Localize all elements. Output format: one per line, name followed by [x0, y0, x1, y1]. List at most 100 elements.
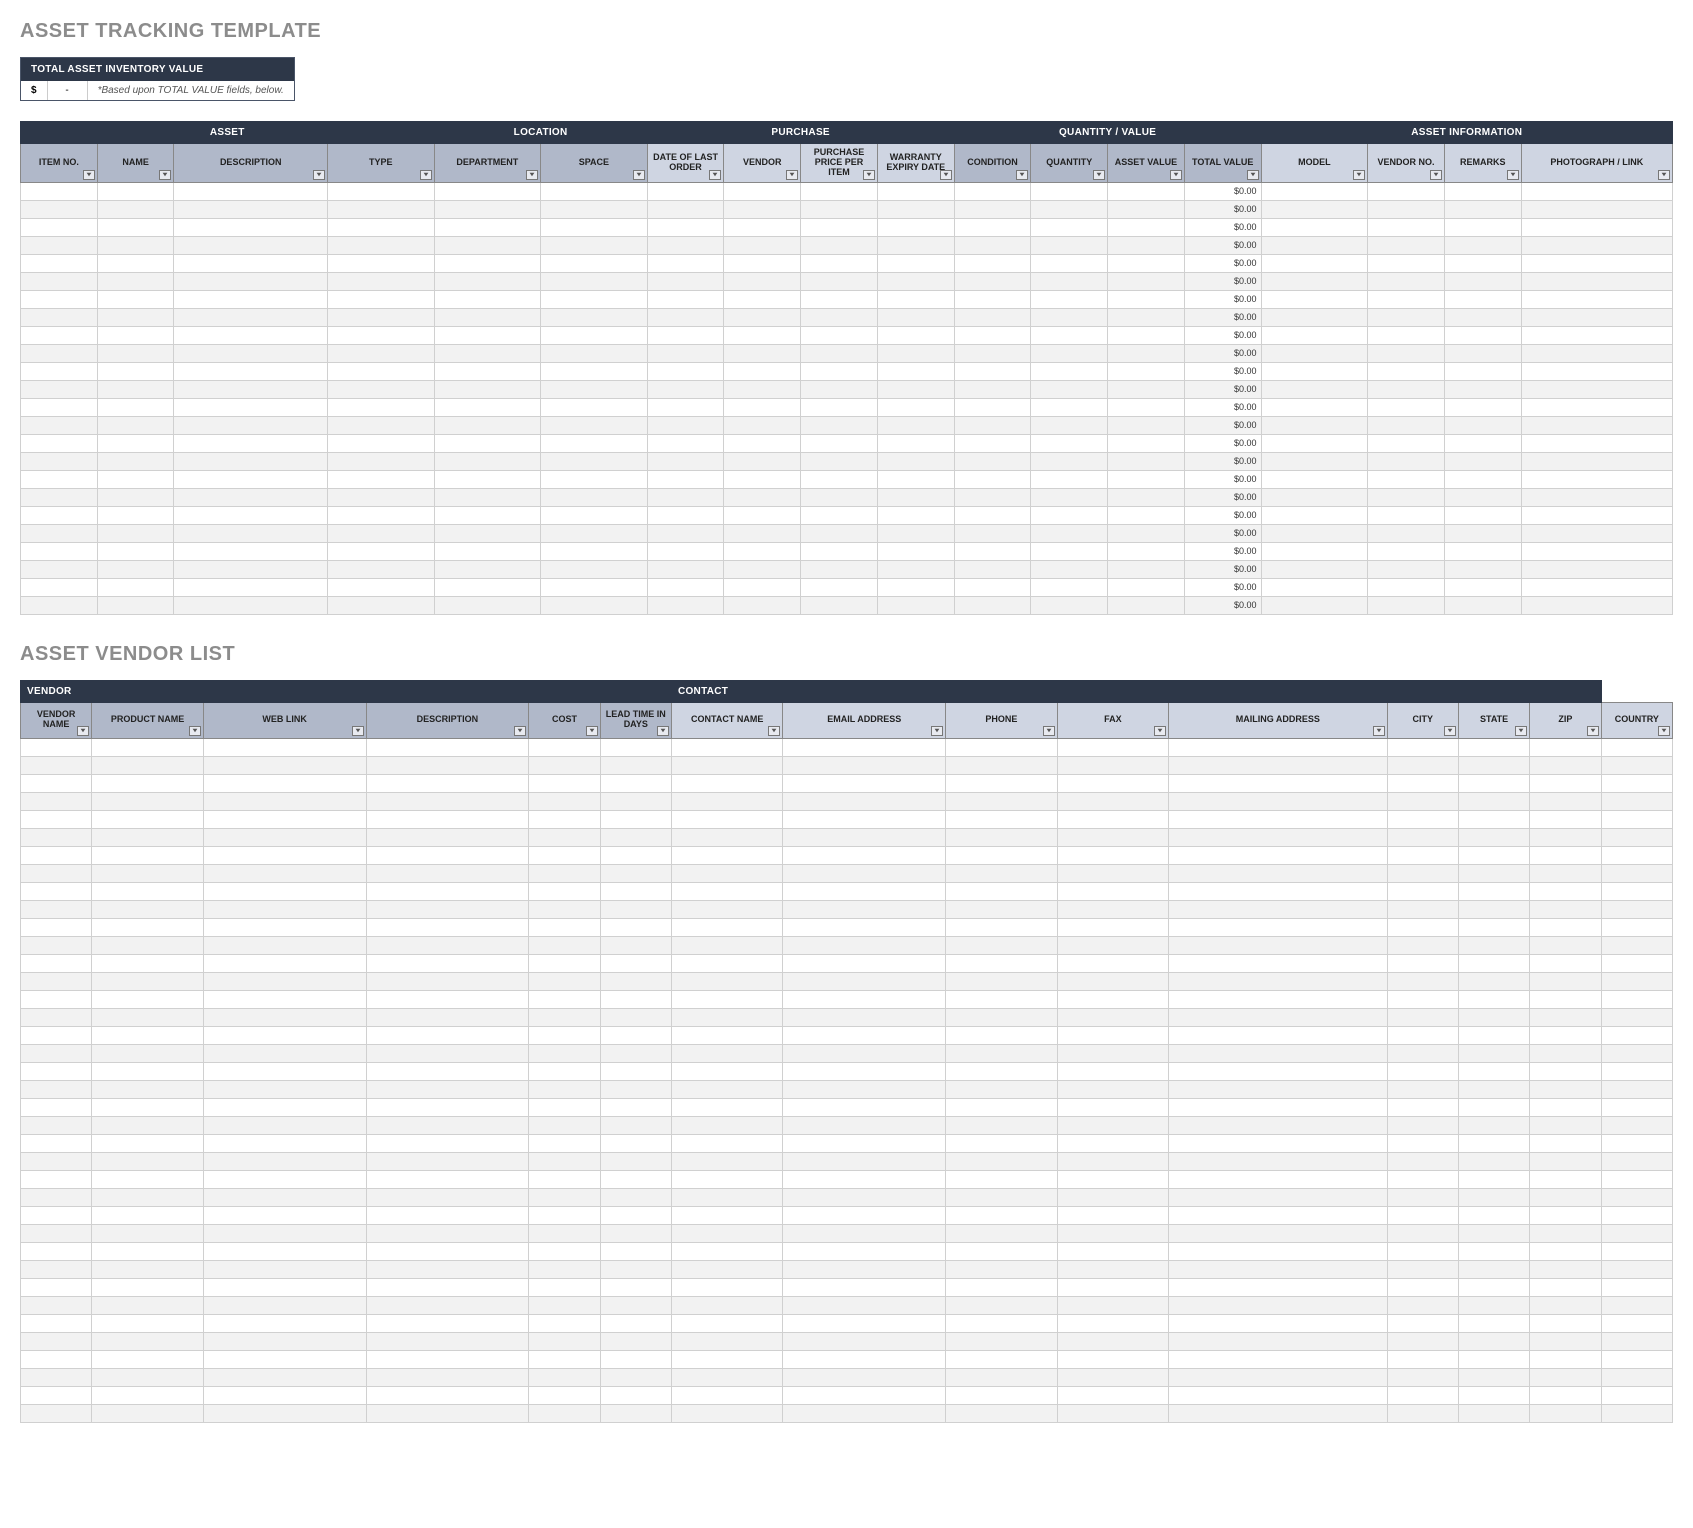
cell[interactable] [541, 182, 648, 200]
cell[interactable] [946, 918, 1057, 936]
cell[interactable] [671, 1188, 782, 1206]
cell[interactable] [1261, 452, 1368, 470]
cell[interactable] [1057, 864, 1168, 882]
cell[interactable] [647, 182, 724, 200]
cell[interactable] [1368, 560, 1445, 578]
cell[interactable] [671, 954, 782, 972]
cell[interactable] [877, 218, 954, 236]
cell[interactable] [783, 1296, 946, 1314]
cell[interactable] [877, 452, 954, 470]
cell[interactable] [1521, 470, 1672, 488]
cell[interactable] [1601, 882, 1672, 900]
cell[interactable] [541, 272, 648, 290]
cell[interactable] [671, 1404, 782, 1422]
cell[interactable] [529, 1224, 600, 1242]
cell[interactable] [954, 326, 1031, 344]
cell[interactable] [877, 578, 954, 596]
cell[interactable] [946, 1026, 1057, 1044]
cell[interactable] [174, 560, 327, 578]
cell[interactable] [97, 236, 174, 254]
cell[interactable] [783, 1314, 946, 1332]
cell[interactable] [954, 362, 1031, 380]
cell[interactable] [1387, 1170, 1458, 1188]
cell[interactable] [1444, 506, 1521, 524]
cell[interactable] [671, 882, 782, 900]
cell[interactable] [647, 506, 724, 524]
cell[interactable] [1261, 290, 1368, 308]
cell[interactable] [1031, 272, 1108, 290]
cell[interactable] [203, 1242, 366, 1260]
cell[interactable] [801, 578, 878, 596]
column-header[interactable]: WARRANTY EXPIRY DATE [877, 144, 954, 183]
cell[interactable] [21, 290, 98, 308]
cell[interactable] [1458, 792, 1529, 810]
cell[interactable] [21, 1008, 92, 1026]
cell[interactable] [671, 1080, 782, 1098]
cell[interactable] [366, 1386, 529, 1404]
cell[interactable] [541, 218, 648, 236]
cell[interactable] [203, 756, 366, 774]
cell[interactable] [366, 774, 529, 792]
cell[interactable] [1601, 1350, 1672, 1368]
cell[interactable] [366, 1314, 529, 1332]
cell[interactable] [366, 900, 529, 918]
cell[interactable] [327, 380, 434, 398]
cell[interactable] [783, 900, 946, 918]
cell[interactable] [366, 1224, 529, 1242]
cell[interactable] [1458, 738, 1529, 756]
cell[interactable] [174, 344, 327, 362]
cell[interactable] [671, 990, 782, 1008]
cell[interactable] [203, 792, 366, 810]
cell[interactable] [1368, 362, 1445, 380]
cell[interactable] [1530, 954, 1601, 972]
cell[interactable] [1169, 1062, 1387, 1080]
cell[interactable] [671, 1170, 782, 1188]
cell[interactable] [724, 416, 801, 434]
cell[interactable] [1108, 506, 1185, 524]
filter-dropdown-icon[interactable] [352, 726, 364, 736]
cell[interactable] [1444, 236, 1521, 254]
cell[interactable] [92, 846, 203, 864]
cell[interactable] [647, 272, 724, 290]
cell[interactable]: $0.00 [1184, 542, 1261, 560]
cell[interactable] [783, 792, 946, 810]
cell[interactable] [1601, 1278, 1672, 1296]
cell[interactable] [1458, 1368, 1529, 1386]
cell[interactable] [1601, 1008, 1672, 1026]
cell[interactable] [21, 470, 98, 488]
cell[interactable] [203, 1116, 366, 1134]
cell[interactable] [1601, 1080, 1672, 1098]
cell[interactable] [529, 972, 600, 990]
cell[interactable] [671, 810, 782, 828]
cell[interactable] [1521, 596, 1672, 614]
cell[interactable] [954, 416, 1031, 434]
cell[interactable] [1458, 972, 1529, 990]
cell[interactable] [954, 488, 1031, 506]
cell[interactable] [1521, 416, 1672, 434]
cell[interactable] [21, 1044, 92, 1062]
cell[interactable] [877, 542, 954, 560]
cell[interactable] [21, 936, 92, 954]
cell[interactable] [647, 452, 724, 470]
filter-dropdown-icon[interactable] [1247, 170, 1259, 180]
cell[interactable] [203, 1224, 366, 1242]
cell[interactable] [801, 218, 878, 236]
cell[interactable] [1057, 810, 1168, 828]
cell[interactable] [783, 1206, 946, 1224]
cell[interactable] [1444, 200, 1521, 218]
cell[interactable] [1387, 900, 1458, 918]
cell[interactable] [1261, 578, 1368, 596]
cell[interactable] [877, 344, 954, 362]
cell[interactable] [21, 236, 98, 254]
cell[interactable] [600, 1188, 671, 1206]
cell[interactable] [801, 398, 878, 416]
cell[interactable] [1601, 1314, 1672, 1332]
cell[interactable] [1169, 1152, 1387, 1170]
column-header[interactable]: DESCRIPTION [174, 144, 327, 183]
cell[interactable] [1458, 810, 1529, 828]
cell[interactable] [1387, 846, 1458, 864]
cell[interactable] [541, 578, 648, 596]
cell[interactable] [877, 398, 954, 416]
filter-dropdown-icon[interactable] [768, 726, 780, 736]
cell[interactable] [600, 1278, 671, 1296]
